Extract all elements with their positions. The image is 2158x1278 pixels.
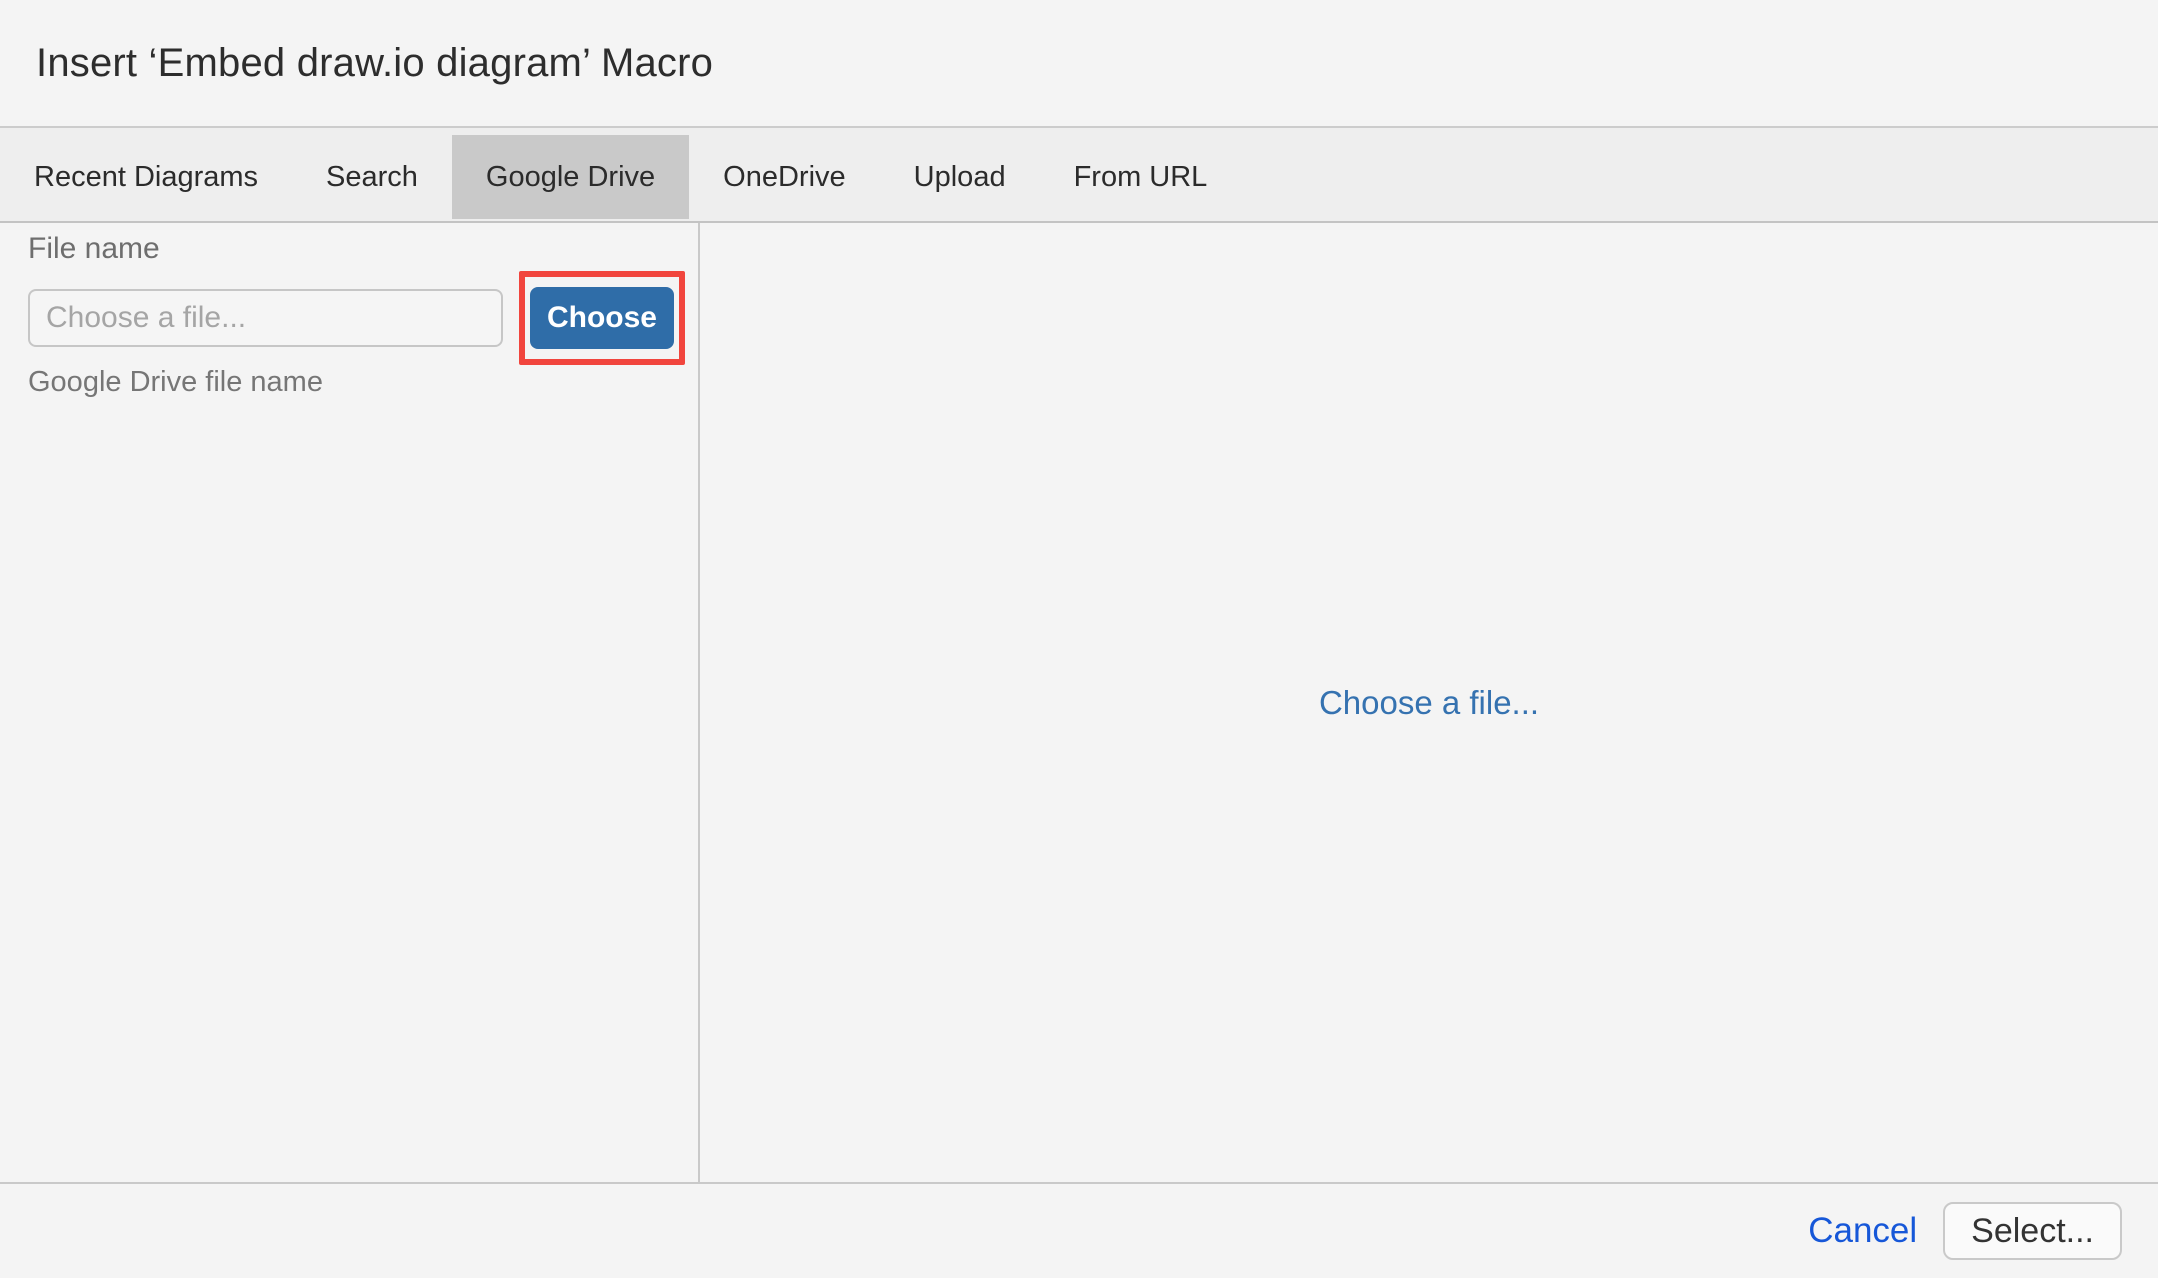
source-tabbar: Recent Diagrams Search Google Drive OneD… bbox=[0, 126, 2158, 223]
google-drive-file-name-helper: Google Drive file name bbox=[28, 366, 698, 399]
file-name-label: File name bbox=[28, 233, 698, 264]
insert-macro-dialog: Insert ‘Embed draw.io diagram’ Macro Rec… bbox=[0, 0, 2158, 1278]
choose-button[interactable]: Choose bbox=[530, 287, 674, 349]
cancel-button[interactable]: Cancel bbox=[1808, 1211, 1917, 1251]
tab-search[interactable]: Search bbox=[292, 135, 452, 219]
tab-upload[interactable]: Upload bbox=[880, 135, 1040, 219]
dialog-title: Insert ‘Embed draw.io diagram’ Macro bbox=[36, 41, 713, 86]
dialog-content: File name Choose Google Drive file name … bbox=[0, 223, 2158, 1182]
preview-panel: Choose a file... bbox=[700, 223, 2158, 1182]
tab-google-drive[interactable]: Google Drive bbox=[452, 135, 689, 219]
select-button[interactable]: Select... bbox=[1943, 1202, 2122, 1260]
file-picker-panel: File name Choose Google Drive file name bbox=[0, 223, 700, 1182]
file-name-row: Choose bbox=[28, 271, 698, 365]
dialog-footer: Cancel Select... bbox=[0, 1182, 2158, 1278]
tab-recent-diagrams[interactable]: Recent Diagrams bbox=[0, 135, 292, 219]
choose-a-file-link[interactable]: Choose a file... bbox=[1319, 684, 1539, 722]
file-name-input[interactable] bbox=[28, 289, 503, 347]
tab-from-url[interactable]: From URL bbox=[1040, 135, 1242, 219]
dialog-header: Insert ‘Embed draw.io diagram’ Macro bbox=[0, 0, 2158, 126]
tab-onedrive[interactable]: OneDrive bbox=[689, 135, 880, 219]
choose-button-highlight: Choose bbox=[519, 271, 685, 365]
